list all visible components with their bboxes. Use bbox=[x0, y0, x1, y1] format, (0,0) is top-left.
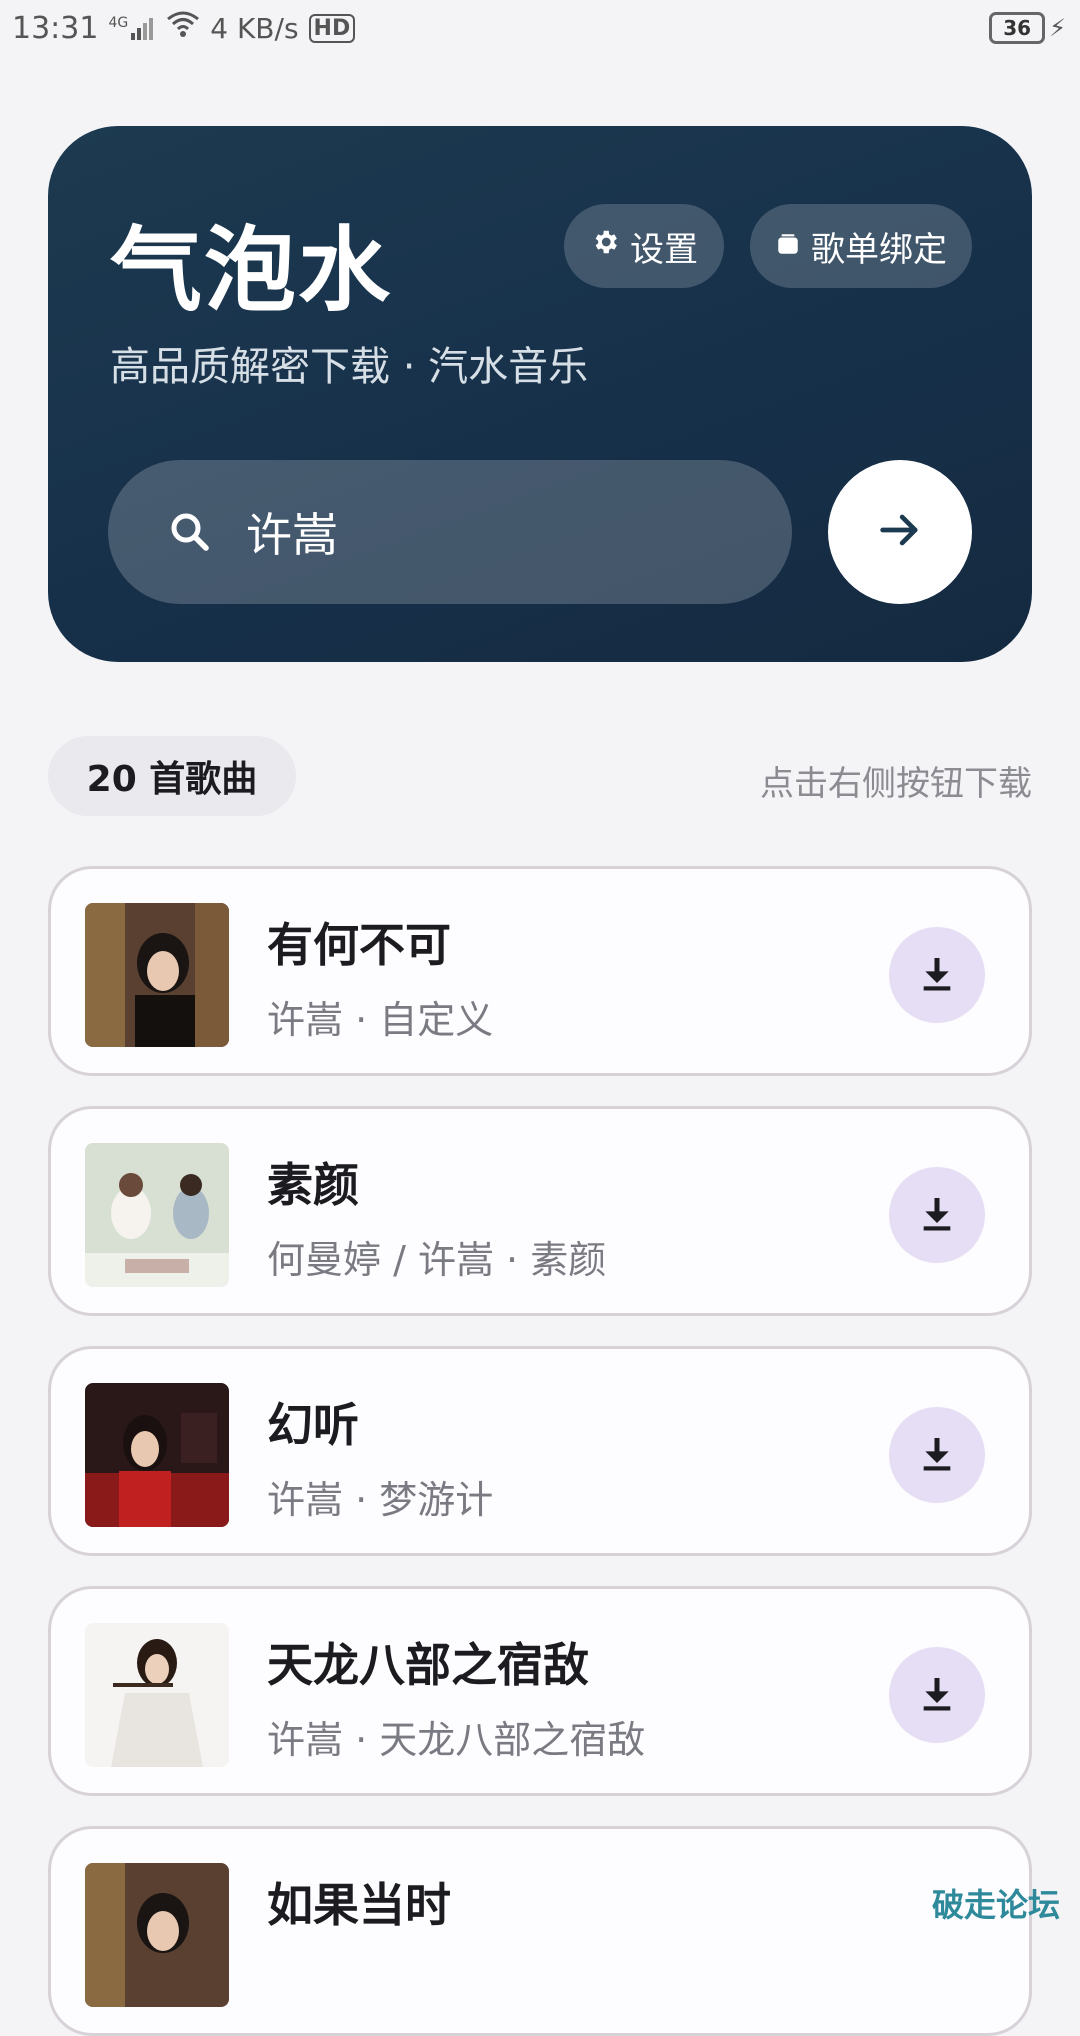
search-icon bbox=[166, 508, 214, 556]
hd-icon: HD bbox=[308, 13, 356, 43]
album-cover bbox=[85, 1143, 229, 1287]
song-item[interactable]: 如果当时 bbox=[48, 1826, 1032, 2036]
song-item[interactable]: 有何不可 许嵩 · 自定义 bbox=[48, 866, 1032, 1076]
gear-icon bbox=[590, 226, 620, 266]
network-speed: 4 KB/s bbox=[210, 11, 299, 45]
wifi-icon bbox=[166, 10, 200, 46]
playlist-bind-button[interactable]: 歌单绑定 bbox=[750, 204, 972, 288]
charging-icon: ⚡ bbox=[1049, 14, 1066, 42]
song-count-label: 20 首歌曲 bbox=[86, 759, 258, 800]
download-button[interactable] bbox=[889, 1407, 985, 1503]
settings-button[interactable]: 设置 bbox=[564, 204, 724, 288]
search-submit-button[interactable] bbox=[828, 460, 972, 604]
forum-watermark: 破走论坛 bbox=[931, 1886, 1060, 1924]
song-meta: 许嵩 · 梦游计 bbox=[267, 1478, 494, 1522]
song-item[interactable]: 幻听 许嵩 · 梦游计 bbox=[48, 1346, 1032, 1556]
app-title: 气泡水 bbox=[110, 217, 393, 324]
album-cover bbox=[85, 903, 229, 1047]
search-query: 许嵩 bbox=[246, 508, 338, 562]
download-icon bbox=[917, 1433, 957, 1477]
album-cover bbox=[85, 1623, 229, 1767]
song-meta: 许嵩 · 自定义 bbox=[267, 998, 494, 1042]
song-item[interactable]: 天龙八部之宿敌 许嵩 · 天龙八部之宿敌 bbox=[48, 1586, 1032, 1796]
header-card: 气泡水 高品质解密下载 · 汽水音乐 设置 歌单绑定 许嵩 bbox=[48, 126, 1032, 662]
status-left: 13:31 4G 4 KB/s HD bbox=[12, 10, 356, 46]
settings-label: 设置 bbox=[630, 229, 698, 270]
network-type: 4G bbox=[108, 15, 129, 31]
app-subtitle: 高品质解密下载 · 汽水音乐 bbox=[110, 344, 589, 390]
download-button[interactable] bbox=[889, 1647, 985, 1743]
song-meta: 何曼婷 / 许嵩 · 素颜 bbox=[267, 1238, 607, 1282]
download-icon bbox=[917, 953, 957, 997]
download-icon bbox=[917, 1193, 957, 1237]
download-icon bbox=[917, 1673, 957, 1717]
battery-icon: 36 bbox=[989, 12, 1046, 44]
song-title: 天龙八部之宿敌 bbox=[267, 1638, 589, 1692]
battery-level: 36 bbox=[1003, 16, 1032, 40]
download-button[interactable] bbox=[889, 1167, 985, 1263]
search-input[interactable]: 许嵩 bbox=[108, 460, 792, 604]
song-title: 如果当时 bbox=[267, 1878, 451, 1932]
cellular-signal-icon: 4G bbox=[108, 15, 156, 41]
playlist-bind-label: 歌单绑定 bbox=[811, 229, 947, 270]
song-title: 有何不可 bbox=[267, 918, 451, 972]
song-title: 素颜 bbox=[267, 1158, 359, 1212]
arrow-right-icon bbox=[874, 504, 926, 560]
song-item[interactable]: 素颜 何曼婷 / 许嵩 · 素颜 bbox=[48, 1106, 1032, 1316]
download-hint: 点击右侧按钮下载 bbox=[760, 764, 1032, 804]
playlist-icon bbox=[775, 226, 801, 266]
song-title: 幻听 bbox=[267, 1398, 359, 1452]
album-cover bbox=[85, 1863, 229, 2007]
album-cover bbox=[85, 1383, 229, 1527]
status-time: 13:31 bbox=[12, 10, 99, 46]
song-count-badge: 20 首歌曲 bbox=[48, 736, 296, 816]
status-bar: 13:31 4G 4 KB/s HD 36 ⚡ bbox=[0, 0, 1080, 56]
status-right: 36 ⚡ bbox=[989, 12, 1066, 44]
download-button[interactable] bbox=[889, 927, 985, 1023]
song-meta: 许嵩 · 天龙八部之宿敌 bbox=[267, 1718, 646, 1762]
